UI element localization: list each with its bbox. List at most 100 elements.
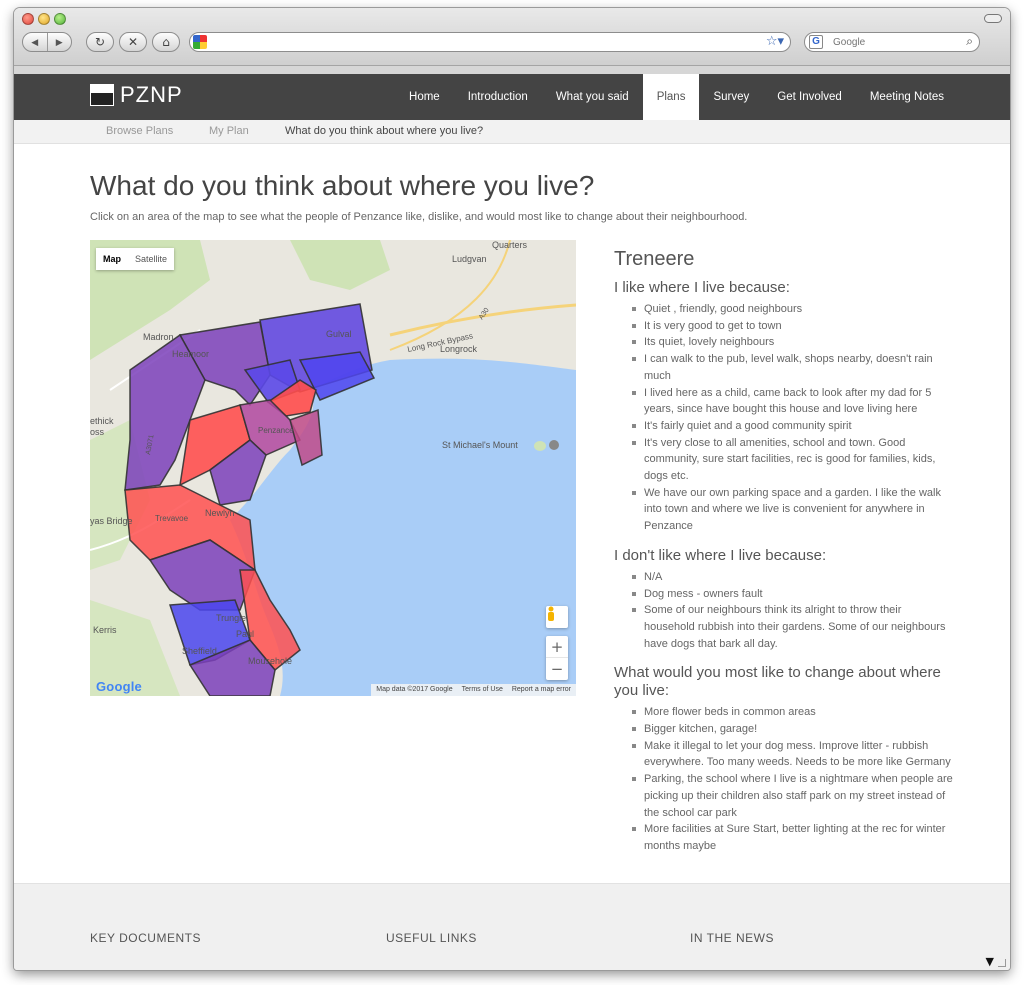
area-details-panel: Treneere I like where I live because: Qu… [614,248,954,855]
browser-search-box[interactable]: G ⌕ [804,32,980,52]
list-item: Bigger kitchen, garage! [630,721,954,738]
list-item: Some of our neighbours think its alright… [630,602,954,652]
subnav-my-plan[interactable]: My Plan [209,125,249,137]
forward-icon[interactable]: ▶ [48,33,72,51]
nav-plans[interactable]: Plans [642,74,700,120]
dislike-list: N/A Dog mess - owners fault Some of our … [630,569,954,653]
nav-survey[interactable]: Survey [699,74,763,120]
footer-key-documents-heading: KEY DOCUMENTS [90,931,201,945]
map-data-credit: Map data ©2017 Google [376,686,453,693]
list-item: More flower beds in common areas [630,704,954,721]
map-label: Paul [236,629,254,639]
browser-toolbar: ◀ ▶ ↻ ✕ ⌂ ☆▾ G ⌕ [14,8,1010,66]
map-label: Trungle [216,613,246,623]
list-item: I lived here as a child, came back to lo… [630,385,954,418]
main-nav: Home Introduction What you said Plans Su… [395,74,958,120]
site-logo[interactable]: PZNP [90,82,183,108]
zoom-in-button[interactable]: + [546,636,568,658]
bookmark-star-icon[interactable]: ☆▾ [766,34,784,49]
map-label: Newlyn [205,508,235,518]
map-label: Mousehole [248,656,292,666]
map-label: yas Bridge [90,516,133,526]
map-label: Madron [143,332,174,342]
site-header: PZNP Home Introduction What you said Pla… [14,66,1010,120]
list-item: Its quiet, lovely neighbours [630,334,954,351]
map-label: Trevavoe [155,514,189,523]
map-label: Ludgvan [452,254,487,264]
window-resize-grip-icon[interactable] [998,959,1006,967]
google-logo-text: Google [96,679,142,694]
address-bar[interactable]: ☆▾ [189,32,791,52]
search-input[interactable] [833,35,953,49]
map-label: Kerris [93,625,117,635]
scroll-down-arrow-icon[interactable]: ▼ [986,955,994,968]
area-map[interactable]: Quarters Ludgvan Madron Heamoor Gulval L… [90,240,576,696]
nav-home[interactable]: Home [395,74,454,120]
site-footer: KEY DOCUMENTS USEFUL LINKS IN THE NEWS ▼ [14,883,1010,970]
nav-get-involved[interactable]: Get Involved [763,74,856,120]
zoom-control: + − [546,636,568,680]
minimize-window-icon[interactable] [38,13,50,25]
area-name: Treneere [614,248,695,270]
list-item: It's fairly quiet and a good community s… [630,418,954,435]
map-label: Quarters [492,240,528,250]
street-view-pegman-icon[interactable] [546,606,568,628]
like-heading: I like where I live because: [614,279,790,296]
map-label: Longrock [440,344,478,354]
nav-what-you-said[interactable]: What you said [542,74,643,120]
footer-in-the-news-heading: IN THE NEWS [690,931,774,945]
report-map-error-link[interactable]: Report a map error [512,684,571,696]
map-type-control: Map Satellite [96,248,175,270]
reload-icon[interactable]: ↻ [86,32,114,52]
page-intro: Click on an area of the map to see what … [90,211,748,223]
map-type-map-button[interactable]: Map [96,248,128,270]
nav-introduction[interactable]: Introduction [454,74,542,120]
map-label: St Michael's Mount [442,440,518,450]
list-item: We have our own parking space and a gard… [630,485,954,535]
map-type-satellite-button[interactable]: Satellite [128,248,174,270]
footer-useful-links-heading: USEFUL LINKS [386,931,477,945]
close-window-icon[interactable] [22,13,34,25]
page-title: What do you think about where you live? [90,170,595,201]
back-forward-buttons: ◀ ▶ [22,32,72,52]
search-engine-icon[interactable]: G [809,35,823,49]
map-label: oss [90,427,105,437]
map-label: Penzance [258,426,294,435]
sub-nav: Browse Plans My Plan What do you think a… [14,120,1010,144]
landmark-icon [549,440,559,450]
map-label: ethick [90,416,114,426]
like-list: Quiet , friendly, good neighbours It is … [630,301,954,535]
list-item: It is very good to get to town [630,318,954,335]
list-item: N/A [630,569,954,586]
list-item: More facilities at Sure Start, better li… [630,821,954,854]
logo-text: PZNP [120,82,183,107]
zoom-out-button[interactable]: − [546,658,568,680]
list-item: It's very close to all amenities, school… [630,435,954,485]
back-icon[interactable]: ◀ [23,33,48,51]
change-heading: What would you most like to change about… [614,664,941,700]
map-label: Gulval [326,329,352,339]
subnav-current-page[interactable]: What do you think about where you live? [285,125,483,137]
toolbar-toggle-button[interactable] [984,14,1002,23]
search-icon[interactable]: ⌕ [966,34,973,49]
logo-icon [90,84,114,106]
home-icon[interactable]: ⌂ [152,32,180,52]
list-item: I can walk to the pub, level walk, shops… [630,351,954,384]
map-label: Heamoor [172,349,209,359]
list-item: Parking, the school where I live is a ni… [630,771,954,821]
list-item: Dog mess - owners fault [630,586,954,603]
map-canvas[interactable]: Quarters Ludgvan Madron Heamoor Gulval L… [90,240,576,696]
browser-window: ◀ ▶ ↻ ✕ ⌂ ☆▾ G ⌕ PZNP Home Introduction … [14,8,1010,970]
map-label: Sheffield [182,646,217,656]
list-item: Quiet , friendly, good neighbours [630,301,954,318]
list-item: Make it illegal to let your dog mess. Im… [630,738,954,771]
change-list: More flower beds in common areas Bigger … [630,704,954,854]
map-attribution-bar: Map data ©2017 Google Terms of Use Repor… [371,684,576,696]
nav-meeting-notes[interactable]: Meeting Notes [856,74,958,120]
subnav-browse-plans[interactable]: Browse Plans [106,125,173,137]
google-logo[interactable]: Google [96,679,142,694]
stop-icon[interactable]: ✕ [119,32,147,52]
zoom-window-icon[interactable] [54,13,66,25]
site-favicon-icon [193,35,207,49]
terms-of-use-link[interactable]: Terms of Use [462,684,503,696]
